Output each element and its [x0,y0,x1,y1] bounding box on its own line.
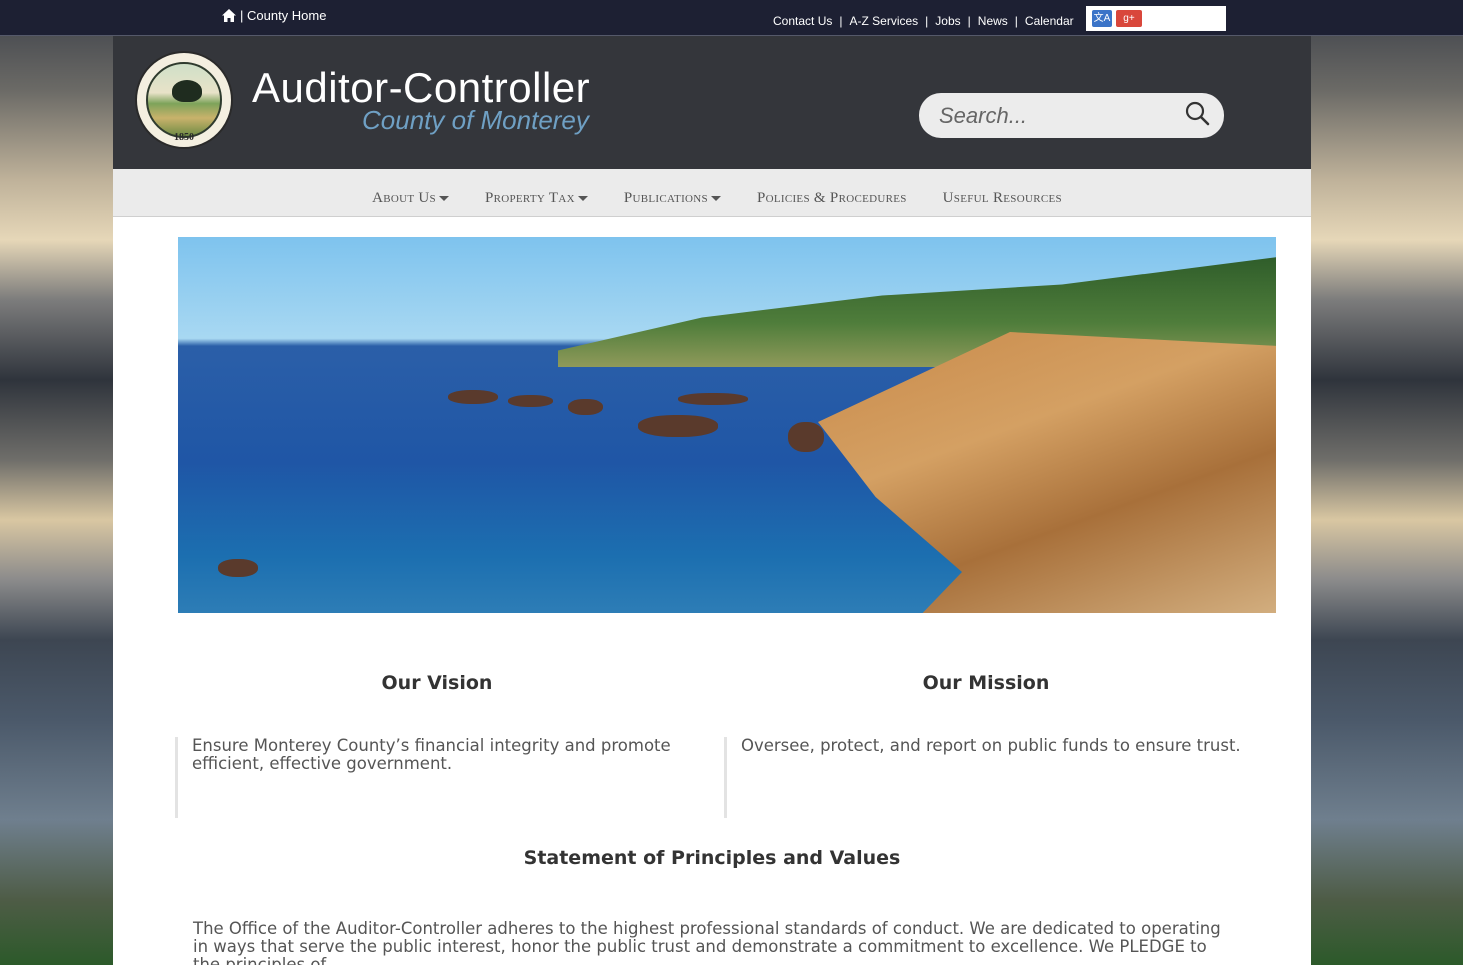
nav-item-label: Property Tax [484,190,575,206]
main-page: 1850 Auditor-Controller County of Monter… [113,36,1311,965]
translate-widget[interactable]: 文A g+ [1086,6,1226,31]
mission-heading: Our Mission [922,672,1050,694]
vision-text: Ensure Monterey County’s financial integ… [175,737,705,818]
principles-heading: Statement of Principles and Values [523,847,901,869]
jobs-link[interactable]: Jobs [935,14,960,28]
hero-rock [638,415,718,437]
hero-rock [568,399,603,415]
home-icon [222,9,236,22]
nav-item-about-us[interactable]: About Us [372,190,449,207]
hero-rock [448,390,498,404]
principles-text: The Office of the Auditor-Controller adh… [193,919,1221,965]
search-icon[interactable] [1184,100,1210,126]
caret-down-icon [438,196,449,201]
hero-rock [218,559,258,577]
hero-rock [508,395,553,407]
nav-item-property-tax[interactable]: Property Tax [485,190,588,207]
seal-emblem [146,62,222,138]
county-seal-logo[interactable]: 1850 [135,51,233,149]
hero-rock [678,393,748,405]
nav-item-policies-procedures[interactable]: Policies & Procedures [757,190,907,207]
hero-rock [788,422,824,452]
nav-item-useful-resources[interactable]: Useful Resources [943,190,1062,207]
nav-item-label: Policies & Procedures [756,190,907,206]
hero-cliffs [818,332,1276,613]
search-input[interactable] [937,101,1171,131]
caret-down-icon [710,196,721,201]
site-header: 1850 Auditor-Controller County of Monter… [113,36,1311,169]
a-z-services-link[interactable]: A-Z Services [849,14,918,28]
translate-icon[interactable]: 文A [1092,10,1112,27]
separator: | [967,14,971,28]
utility-links: Contact Us | A-Z Services | Jobs | News … [773,14,1074,28]
nav-item-publications[interactable]: Publications [624,190,721,207]
calendar-link[interactable]: Calendar [1025,14,1074,28]
separator: | [1014,14,1018,28]
google-plus-icon[interactable]: g+ [1116,10,1142,27]
search-box [919,93,1224,138]
county-home-link[interactable]: | County Home [222,8,326,23]
contact-us-link[interactable]: Contact Us [773,14,832,28]
nav-item-label: Publications [623,190,708,206]
nav-item-label: About Us [372,190,436,206]
separator: | [839,14,843,28]
mission-text: Oversee, protect, and report on public f… [724,737,1254,818]
hero-coastline-image [178,237,1276,613]
news-link[interactable]: News [978,14,1008,28]
top-utility-bar: | County Home Contact Us | A-Z Services … [0,0,1463,36]
vision-heading: Our Vision [381,672,493,694]
county-home-label: | County Home [240,8,327,23]
separator: | [925,14,929,28]
caret-down-icon [577,196,588,201]
cypress-tree-icon [172,80,202,102]
site-subtitle: County of Monterey [362,105,589,135]
main-nav: About Us Property Tax Publications Polic… [113,169,1311,217]
seal-year: 1850 [174,132,194,143]
nav-item-label: Useful Resources [942,190,1062,206]
